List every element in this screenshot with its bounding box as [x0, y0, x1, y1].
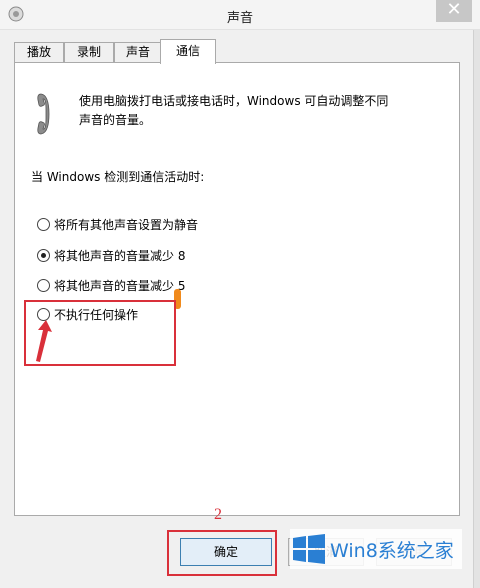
radio-button[interactable] [37, 278, 50, 292]
option-label: 将所有其他声音设置为静音 [54, 217, 199, 232]
tab-recording[interactable]: 录制 [64, 42, 114, 63]
watermark-text: Win8系统之家 [330, 539, 454, 562]
tab-playback[interactable]: 播放 [14, 42, 64, 63]
description-line: 声音的音量。 [79, 113, 152, 127]
annotation-step-number: 2 [214, 506, 222, 523]
radio-button-checked[interactable] [37, 248, 50, 262]
annotation-arrow-icon [36, 320, 52, 362]
description: 使用电脑拨打电话或接电话时，Windows 可自动调整不同 声音的音量。 [79, 92, 439, 130]
option-label: 将其他声音的音量减少 8 [54, 248, 186, 263]
watermark: Win8系统之家 [290, 529, 462, 569]
close-button[interactable]: ✕ [436, 0, 472, 22]
communications-panel: 使用电脑拨打电话或接电话时，Windows 可自动调整不同 声音的音量。 当 W… [14, 62, 460, 516]
title-bar: 声音 ✕ [0, 0, 480, 30]
description-line: 使用电脑拨打电话或接电话时，Windows 可自动调整不同 [79, 94, 389, 108]
option-mute-all[interactable]: 将所有其他声音设置为静音 [37, 215, 198, 233]
group-label: 当 Windows 检测到通信活动时: [31, 170, 205, 184]
tab-sounds[interactable]: 声音 [114, 42, 162, 63]
option-reduce-50[interactable]: 将其他声音的音量减少 5 [37, 276, 185, 294]
window-title: 声音 [226, 11, 253, 26]
annotation-ok-highlight [167, 530, 277, 576]
radio-button[interactable] [37, 217, 50, 231]
tab-communications[interactable]: 通信 [160, 39, 216, 64]
option-label: 将其他声音的音量减少 5 [54, 278, 186, 293]
windows-logo-icon [293, 534, 325, 564]
phone-handset-icon [37, 93, 50, 135]
window-edge [473, 30, 480, 588]
option-reduce-80[interactable]: 将其他声音的音量减少 8 [37, 246, 185, 264]
